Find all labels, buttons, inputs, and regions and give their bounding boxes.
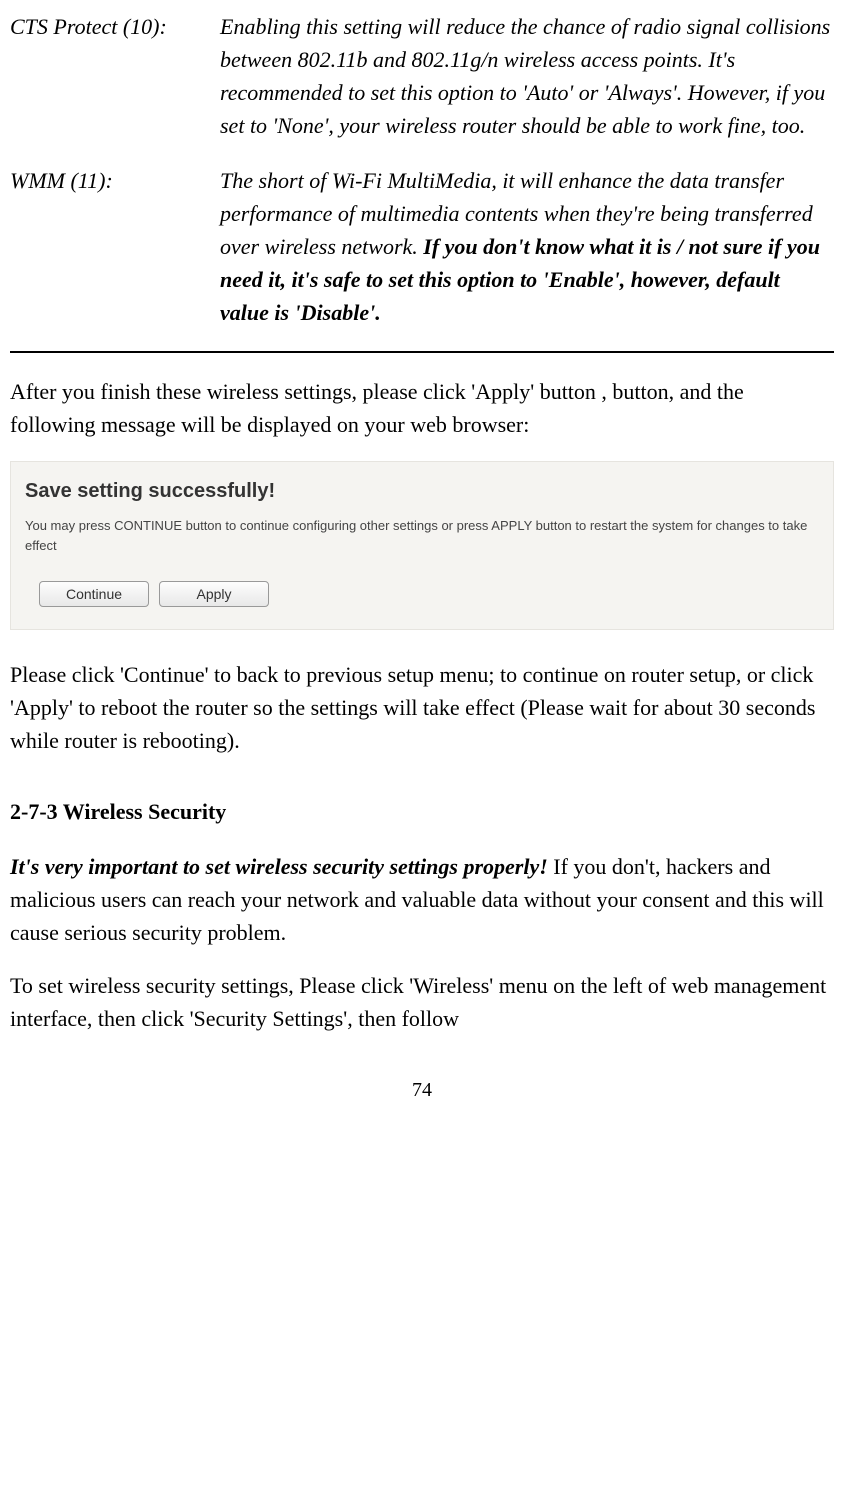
paragraph-continue-apply: Please click 'Continue' to back to previ… [10, 658, 834, 757]
definition-wmm-body: The short of Wi-Fi MultiMedia, it will e… [220, 164, 834, 329]
button-row: Continue Apply [25, 581, 819, 607]
save-success-title: Save setting successfully! [25, 476, 819, 506]
save-success-text: You may press CONTINUE button to continu… [25, 516, 819, 555]
definition-wmm-label: WMM (11): [10, 164, 220, 329]
definition-wmm: WMM (11): The short of Wi-Fi MultiMedia,… [10, 164, 834, 329]
definition-cts-body: Enabling this setting will reduce the ch… [220, 10, 834, 142]
definition-cts-label: CTS Protect (10): [10, 10, 220, 142]
paragraph-security-importance: It's very important to set wireless secu… [10, 850, 834, 949]
continue-button[interactable]: Continue [39, 581, 149, 607]
divider [10, 351, 834, 353]
page-number: 74 [10, 1075, 834, 1105]
section-heading-wireless-security: 2-7-3 Wireless Security [10, 795, 834, 828]
paragraph-security-bold: It's very important to set wireless secu… [10, 854, 548, 879]
paragraph-apply-instruction: After you finish these wireless settings… [10, 375, 834, 441]
save-success-panel: Save setting successfully! You may press… [10, 461, 834, 630]
definition-cts: CTS Protect (10): Enabling this setting … [10, 10, 834, 142]
apply-button[interactable]: Apply [159, 581, 269, 607]
paragraph-security-instruction: To set wireless security settings, Pleas… [10, 969, 834, 1035]
